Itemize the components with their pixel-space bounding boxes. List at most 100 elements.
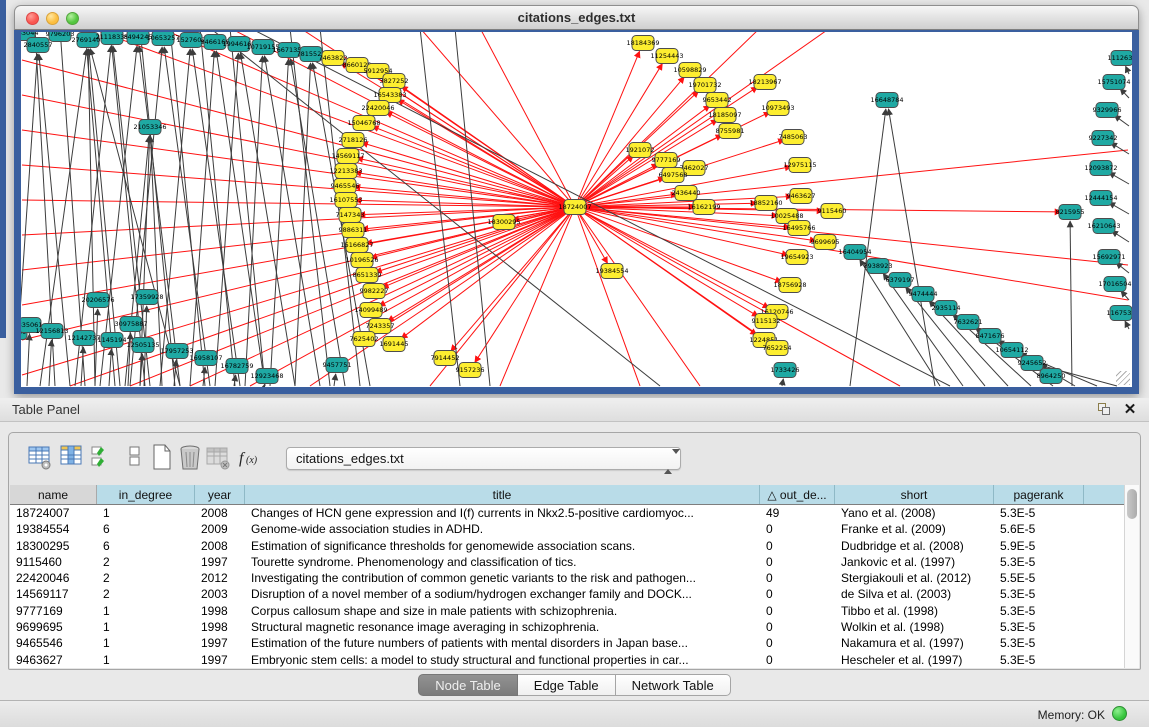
graph-node[interactable]: 21053346 <box>133 120 166 135</box>
table-settings-icon[interactable] <box>27 443 53 473</box>
graph-node[interactable]: 7485063 <box>779 130 808 145</box>
graph-node[interactable]: 16210643 <box>1087 219 1120 234</box>
graph-node[interactable]: 19654923 <box>780 250 813 265</box>
column-header-in_degree[interactable]: in_degree <box>97 485 195 504</box>
graph-node[interactable]: 8215955 <box>1056 205 1085 220</box>
table-row[interactable]: 1938455462009Genome-wide association stu… <box>10 521 1124 537</box>
graph-node[interactable]: 9115460 <box>818 204 847 219</box>
show-columns-icon[interactable] <box>59 443 85 473</box>
graph-node[interactable]: 12505135 <box>126 338 159 353</box>
graph-node[interactable]: 8964250 <box>1037 369 1066 384</box>
graph-node[interactable]: 1145194 <box>98 333 127 348</box>
graph-node[interactable]: 1733426 <box>771 363 800 378</box>
graph-node[interactable]: 9465546 <box>331 179 360 194</box>
tab-network-table[interactable]: Network Table <box>616 674 731 696</box>
network-graph-svg[interactable]: 8133044979620328405572769140621118335849… <box>14 30 1139 394</box>
table-row[interactable]: 946362711997Embryonic stem cells: a mode… <box>10 652 1124 668</box>
graph-node[interactable]: 14569117 <box>331 149 364 164</box>
graph-node[interactable]: 16782759 <box>220 359 253 374</box>
close-panel-icon[interactable]: ✕ <box>1121 401 1139 419</box>
graph-node[interactable]: 9115132 <box>752 314 781 329</box>
table-row[interactable]: 977716911998Corpus callosum shape and si… <box>10 603 1124 619</box>
graph-node[interactable]: 12975115 <box>783 158 816 173</box>
column-header-title[interactable]: title <box>245 485 760 504</box>
graph-node[interactable]: 9227342 <box>1089 131 1118 146</box>
graph-node[interactable]: 16107553 <box>329 193 362 208</box>
resize-grip[interactable] <box>1116 371 1130 385</box>
column-header-name[interactable]: name <box>10 485 97 504</box>
tab-edge-table[interactable]: Edge Table <box>518 674 616 696</box>
graph-node[interactable]: 2436440 <box>672 186 701 201</box>
vertical-scrollbar[interactable] <box>1124 485 1139 668</box>
graph-node[interactable]: 9982227 <box>360 284 389 299</box>
graph-node[interactable]: 9463627 <box>787 189 816 204</box>
graph-node[interactable]: 14099489 <box>354 303 387 318</box>
graph-node[interactable]: 9329966 <box>1093 103 1122 118</box>
graph-node[interactable]: 7652254 <box>763 341 792 356</box>
column-header-pagerank[interactable]: pagerank <box>994 485 1084 504</box>
table-row[interactable]: 1456911722003Disruption of a novel membe… <box>10 586 1124 602</box>
column-header-out_degree[interactable]: △ out_de... <box>760 485 835 504</box>
table-selector-dropdown[interactable]: citations_edges.txt <box>286 447 681 470</box>
graph-node[interactable]: 12093872 <box>1084 161 1117 176</box>
graph-node[interactable]: 9245652 <box>1018 356 1047 371</box>
column-header-short[interactable]: short <box>835 485 994 504</box>
graph-node[interactable]: 10598829 <box>673 63 706 78</box>
graph-node[interactable]: 2718126 <box>339 133 368 148</box>
memory-status-indicator[interactable] <box>1112 706 1127 721</box>
network-window-titlebar[interactable]: citations_edges.txt <box>14 5 1139 30</box>
delete-table-icon[interactable] <box>177 443 203 473</box>
table-row[interactable]: 969969511998Structural magnetic resonanc… <box>10 619 1124 635</box>
graph-node[interactable]: 1691445 <box>380 337 409 352</box>
graph-node[interactable]: 7632621 <box>954 315 983 330</box>
graph-node[interactable]: 15751074 <box>1097 75 1130 90</box>
graph-node[interactable]: 17016504 <box>1098 277 1131 292</box>
graph-node[interactable]: 1921072 <box>626 143 655 158</box>
graph-node[interactable]: 9157236 <box>456 363 485 378</box>
table-row[interactable]: 2242004622012Investigating the contribut… <box>10 570 1124 586</box>
graph-node[interactable]: 9457751 <box>323 358 352 373</box>
graph-node[interactable]: 18852160 <box>749 196 782 211</box>
graph-node[interactable]: 1112633 <box>1108 51 1137 66</box>
graph-node[interactable]: 7147343 <box>336 208 365 223</box>
graph-node[interactable]: 9474444 <box>909 287 938 302</box>
graph-node[interactable]: 11254443 <box>650 49 683 64</box>
graph-node[interactable]: 9796203 <box>46 30 75 42</box>
graph-node[interactable]: 8471676 <box>976 329 1005 344</box>
graph-node[interactable]: 9699695 <box>811 235 840 250</box>
select-columns-icon[interactable] <box>89 443 115 473</box>
table-row[interactable]: 946554611997Estimation of the future num… <box>10 635 1124 651</box>
table-row[interactable]: 911546021997Tourette syndrome. Phenomeno… <box>10 554 1124 570</box>
graph-node[interactable]: 19701732 <box>688 78 721 93</box>
network-canvas[interactable]: 8133044979620328405572769140621118335849… <box>14 30 1139 394</box>
graph-node[interactable]: 9653442 <box>703 93 732 108</box>
create-table-icon[interactable] <box>149 443 175 473</box>
graph-node[interactable]: 12142737 <box>67 331 100 346</box>
graph-node[interactable]: 18756928 <box>773 278 806 293</box>
graph-node[interactable]: 8651339 <box>353 268 382 283</box>
graph-node[interactable]: 1167533 <box>1107 306 1136 321</box>
graph-node[interactable]: 8755981 <box>716 124 745 139</box>
graph-node[interactable]: 18213967 <box>748 75 781 90</box>
graph-node[interactable]: 16648784 <box>870 93 903 108</box>
graph-node[interactable]: 7914452 <box>431 351 460 366</box>
graph-node[interactable]: 6497568 <box>659 168 688 183</box>
graph-node[interactable]: 10196526 <box>345 253 378 268</box>
table-row[interactable]: 1872400712008Changes of HCN gene express… <box>10 505 1124 521</box>
graph-node[interactable]: 12444154 <box>1084 191 1117 206</box>
graph-node[interactable]: 6379197 <box>886 273 915 288</box>
graph-node[interactable]: 7625402 <box>350 332 379 347</box>
row-options-icon[interactable] <box>122 443 148 473</box>
graph-node[interactable]: 2840557 <box>24 38 53 53</box>
scrollbar-thumb[interactable] <box>1127 489 1137 519</box>
graph-node[interactable]: 18184369 <box>626 36 659 51</box>
graph-node[interactable]: 15046768 <box>347 116 380 131</box>
graph-node[interactable]: 2935114 <box>932 301 961 316</box>
graph-node[interactable]: 9777169 <box>652 153 681 168</box>
graph-node[interactable]: 9886311 <box>339 223 368 238</box>
function-builder-icon[interactable]: f (x) <box>237 443 267 473</box>
tab-node-table[interactable]: Node Table <box>418 674 518 696</box>
graph-node[interactable]: 8938923 <box>864 259 893 274</box>
column-header-year[interactable]: year <box>195 485 245 504</box>
float-panel-icon[interactable] <box>1095 401 1113 419</box>
